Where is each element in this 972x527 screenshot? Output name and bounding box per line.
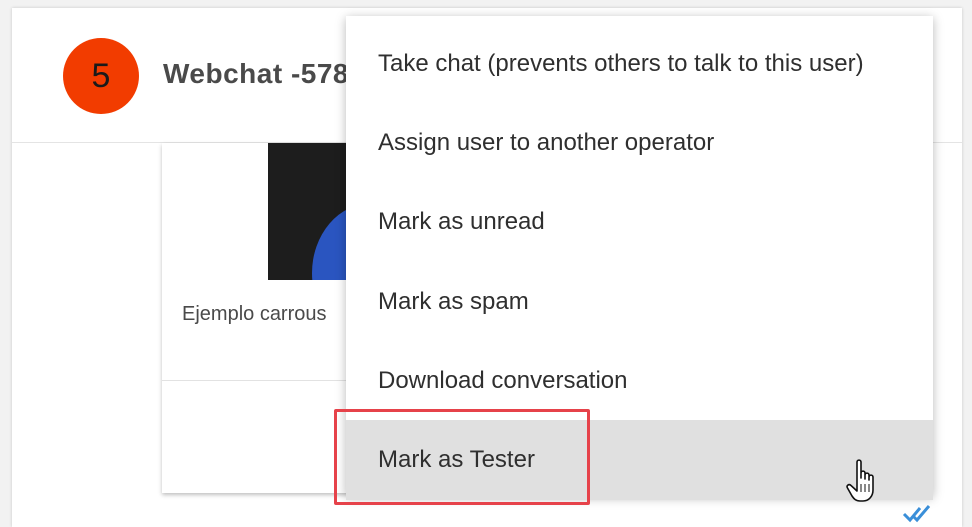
menu-item-mark-spam[interactable]: Mark as spam (346, 262, 933, 341)
unread-count-badge: 5 (63, 38, 139, 114)
menu-item-mark-unread[interactable]: Mark as unread (346, 183, 933, 262)
menu-item-download-conversation[interactable]: Download conversation (346, 341, 933, 420)
badge-count: 5 (91, 56, 111, 95)
card-caption: Ejemplo carrous (182, 303, 327, 325)
menu-item-take-chat[interactable]: Take chat (prevents others to talk to th… (346, 24, 933, 103)
menu-item-assign-operator[interactable]: Assign user to another operator (346, 103, 933, 182)
conversation-title: Webchat -578 (163, 58, 349, 89)
conversation-context-menu: Take chat (prevents others to talk to th… (346, 16, 933, 500)
hand-pointer-icon (846, 459, 874, 502)
double-check-icon (902, 505, 931, 523)
menu-item-mark-tester[interactable]: Mark as Tester (346, 420, 933, 500)
